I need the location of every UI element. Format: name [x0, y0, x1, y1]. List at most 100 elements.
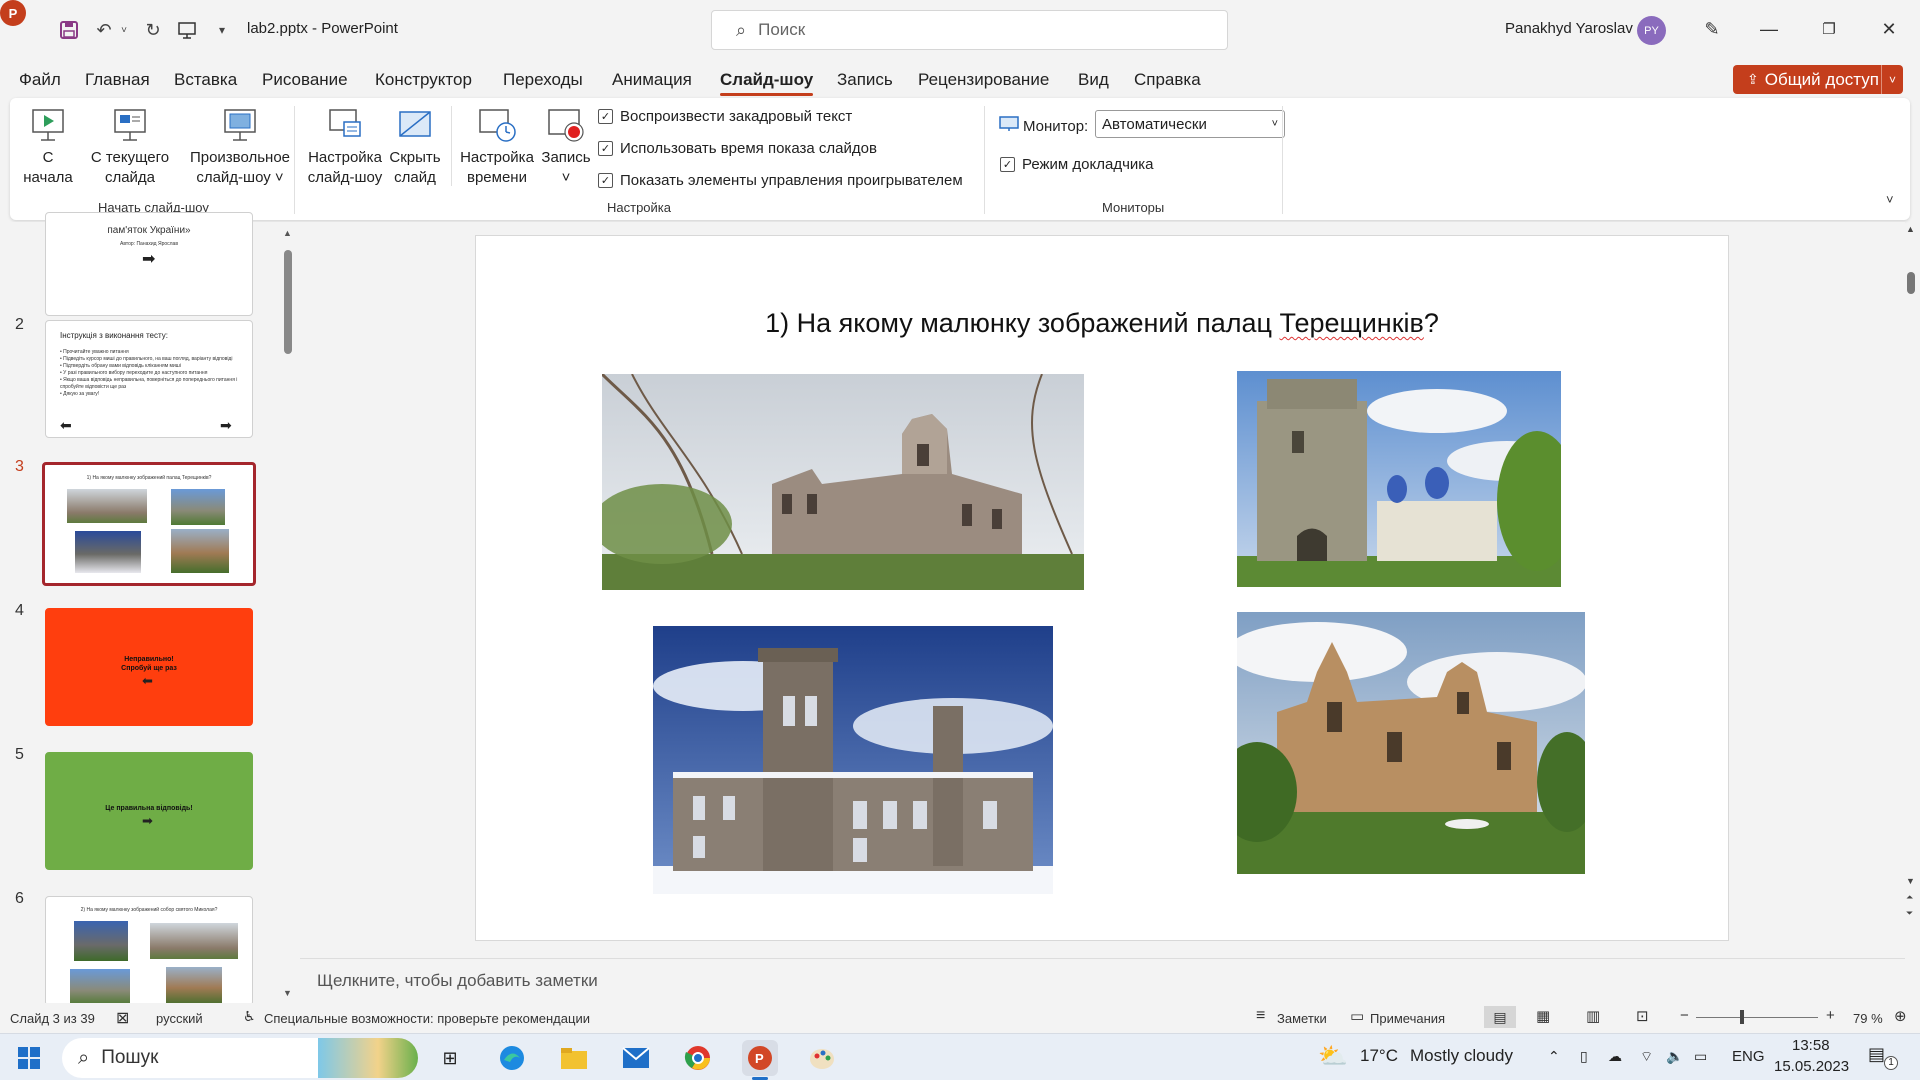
- scroll-down-icon[interactable]: ▼: [283, 988, 292, 998]
- slide-scrollbar[interactable]: ▲ ▼ ⏶ ⏷: [1903, 222, 1920, 957]
- comments-icon[interactable]: ▭: [1350, 1007, 1364, 1025]
- gothic-palace-winter-photo[interactable]: [653, 626, 1053, 894]
- chevron-down-icon[interactable]: ˅: [1881, 65, 1903, 94]
- tab-record[interactable]: Запись: [837, 70, 893, 90]
- slide-thumbnail-3[interactable]: 1) На якому малюнку зображений палац Тер…: [42, 462, 256, 586]
- reading-view-icon[interactable]: ▥: [1586, 1007, 1600, 1025]
- presenter-view-checkbox[interactable]: ✓ Режим докладчика: [1000, 156, 1154, 173]
- user-name[interactable]: Panakhyd Yaroslav: [1505, 20, 1633, 37]
- close-button[interactable]: ✕: [1874, 14, 1904, 44]
- current-slide[interactable]: 1) На якому малюнку зображений палац Тер…: [475, 235, 1729, 941]
- setup-slideshow-button[interactable]: Настройка слайд-шоу: [305, 106, 385, 188]
- slideshow-view-icon[interactable]: ⊡: [1636, 1007, 1649, 1025]
- wifi-icon[interactable]: ⌔: [1640, 1048, 1653, 1066]
- language-indicator[interactable]: русский: [156, 1011, 203, 1026]
- undo-icon[interactable]: ↶: [92, 16, 116, 44]
- slide-sorter-icon[interactable]: ▦: [1536, 1007, 1550, 1025]
- present-icon[interactable]: [174, 16, 200, 44]
- scroll-up-icon[interactable]: ▲: [283, 228, 292, 238]
- zoom-out-icon[interactable]: −: [1680, 1007, 1689, 1024]
- from-beginning-button[interactable]: С начала: [22, 106, 74, 188]
- media-controls-checkbox[interactable]: ✓ Показать элементы управления проигрыва…: [598, 172, 963, 189]
- notes-toggle[interactable]: Заметки: [1277, 1011, 1327, 1026]
- record-button[interactable]: Запись ˅: [540, 106, 592, 188]
- redo-icon[interactable]: ↻: [140, 16, 166, 44]
- tab-review[interactable]: Рецензирование: [918, 70, 1049, 90]
- previous-slide-icon[interactable]: ⏶: [1906, 892, 1913, 903]
- notes-input[interactable]: Щелкните, чтобы добавить заметки: [300, 958, 1905, 1002]
- collapse-ribbon-icon[interactable]: ˅: [1886, 192, 1894, 207]
- notes-icon[interactable]: ≡: [1256, 1007, 1265, 1025]
- windows-start-icon[interactable]: [18, 1047, 40, 1069]
- task-view-icon[interactable]: ⊞: [432, 1040, 468, 1076]
- accessibility-status[interactable]: Специальные возможности: проверьте реком…: [264, 1011, 590, 1026]
- mail-icon[interactable]: [618, 1040, 654, 1076]
- taskbar-search[interactable]: ⌕ Пошук: [62, 1038, 418, 1078]
- tab-view[interactable]: Вид: [1078, 70, 1109, 90]
- bell-tower-church-photo[interactable]: [1237, 371, 1561, 587]
- slide-thumbnail-5[interactable]: Це правильна відповідь! ➡: [45, 752, 253, 870]
- zoom-slider-thumb[interactable]: [1740, 1010, 1744, 1024]
- battery-icon[interactable]: ▭: [1694, 1048, 1707, 1065]
- hide-slide-button[interactable]: Скрыть слайд: [387, 106, 443, 188]
- scroll-up-icon[interactable]: ▲: [1906, 224, 1915, 234]
- baroque-church-ruin-photo[interactable]: [602, 374, 1084, 590]
- clock-time[interactable]: 13:58: [1792, 1037, 1830, 1054]
- ruined-church-photo[interactable]: [1237, 612, 1585, 874]
- monitor-select[interactable]: Автоматически ˅: [1095, 110, 1285, 138]
- chrome-icon[interactable]: [680, 1040, 716, 1076]
- powerpoint-taskbar-icon[interactable]: P: [742, 1040, 778, 1076]
- tab-help[interactable]: Справка: [1134, 70, 1201, 90]
- spellcheck-icon[interactable]: ⊠: [116, 1008, 129, 1028]
- normal-view-icon[interactable]: ▤: [1484, 1006, 1516, 1028]
- tab-design[interactable]: Конструктор: [375, 70, 472, 90]
- tab-transitions[interactable]: Переходы: [503, 70, 583, 90]
- search-input[interactable]: ⌕ Поиск: [711, 10, 1228, 50]
- file-explorer-icon[interactable]: [556, 1040, 592, 1076]
- save-icon[interactable]: [56, 16, 82, 44]
- keyboard-language[interactable]: ENG: [1732, 1048, 1765, 1065]
- edge-icon[interactable]: [494, 1040, 530, 1076]
- tab-insert[interactable]: Вставка: [174, 70, 237, 90]
- next-slide-icon[interactable]: ⏷: [1906, 908, 1913, 919]
- zoom-in-icon[interactable]: +: [1826, 1007, 1835, 1024]
- weather-temp[interactable]: 17°C: [1360, 1046, 1398, 1066]
- tab-slideshow[interactable]: Слайд-шоу: [720, 70, 814, 96]
- scrollbar-thumb[interactable]: [1907, 272, 1915, 294]
- thumbnails-scrollbar[interactable]: ▲ ▼: [282, 228, 294, 998]
- pen-icon[interactable]: ✎: [1697, 14, 1727, 44]
- weather-text[interactable]: Mostly cloudy: [1410, 1046, 1513, 1066]
- weather-icon[interactable]: ⛅: [1318, 1042, 1348, 1071]
- slide-thumbnail-1[interactable]: пам'яток України» Автор: Панахид Ярослав…: [45, 212, 253, 316]
- scrollbar-thumb[interactable]: [284, 250, 292, 354]
- device-icon[interactable]: ▯: [1580, 1048, 1588, 1065]
- restore-button[interactable]: ❐: [1814, 14, 1844, 44]
- customize-toolbar-icon[interactable]: ▾: [214, 16, 230, 44]
- slide-thumbnail-6[interactable]: 2) На якому малюнку зображений собор свя…: [45, 896, 253, 1006]
- volume-icon[interactable]: 🔈: [1666, 1048, 1683, 1065]
- slide-counter[interactable]: Слайд 3 из 39: [10, 1011, 95, 1026]
- tab-draw[interactable]: Рисование: [262, 70, 348, 90]
- share-button[interactable]: ⇪ Общий доступ ˅: [1733, 65, 1903, 94]
- from-current-slide-button[interactable]: С текущего слайда: [82, 106, 178, 188]
- avatar[interactable]: PY: [1637, 16, 1666, 45]
- zoom-slider[interactable]: [1696, 1017, 1818, 1018]
- custom-slideshow-button[interactable]: Произвольное слайд-шоу ˅: [178, 106, 302, 188]
- show-hidden-icons-icon[interactable]: ⌃: [1548, 1048, 1560, 1065]
- tab-animations[interactable]: Анимация: [612, 70, 692, 90]
- fit-to-window-icon[interactable]: ⊕: [1894, 1007, 1907, 1025]
- clock-date[interactable]: 15.05.2023: [1774, 1058, 1849, 1075]
- slide-title[interactable]: 1) На якому малюнку зображений палац Тер…: [476, 308, 1728, 339]
- use-timings-checkbox[interactable]: ✓ Использовать время показа слайдов: [598, 140, 877, 157]
- tab-file[interactable]: Файл: [19, 70, 61, 90]
- undo-dropdown-icon[interactable]: ˅: [118, 16, 130, 44]
- accessibility-icon[interactable]: ♿: [243, 1008, 256, 1025]
- paint-icon[interactable]: [804, 1040, 840, 1076]
- tab-home[interactable]: Главная: [85, 70, 150, 90]
- comments-toggle[interactable]: Примечания: [1370, 1011, 1445, 1026]
- notifications-icon[interactable]: ▤: [1868, 1044, 1885, 1065]
- zoom-level[interactable]: 79 %: [1853, 1011, 1883, 1026]
- slide-thumbnail-2[interactable]: Інструкція з виконання тесту: • Прочитай…: [45, 320, 253, 438]
- rehearse-timings-button[interactable]: Настройка времени: [456, 106, 538, 188]
- scroll-down-icon[interactable]: ▼: [1906, 876, 1915, 886]
